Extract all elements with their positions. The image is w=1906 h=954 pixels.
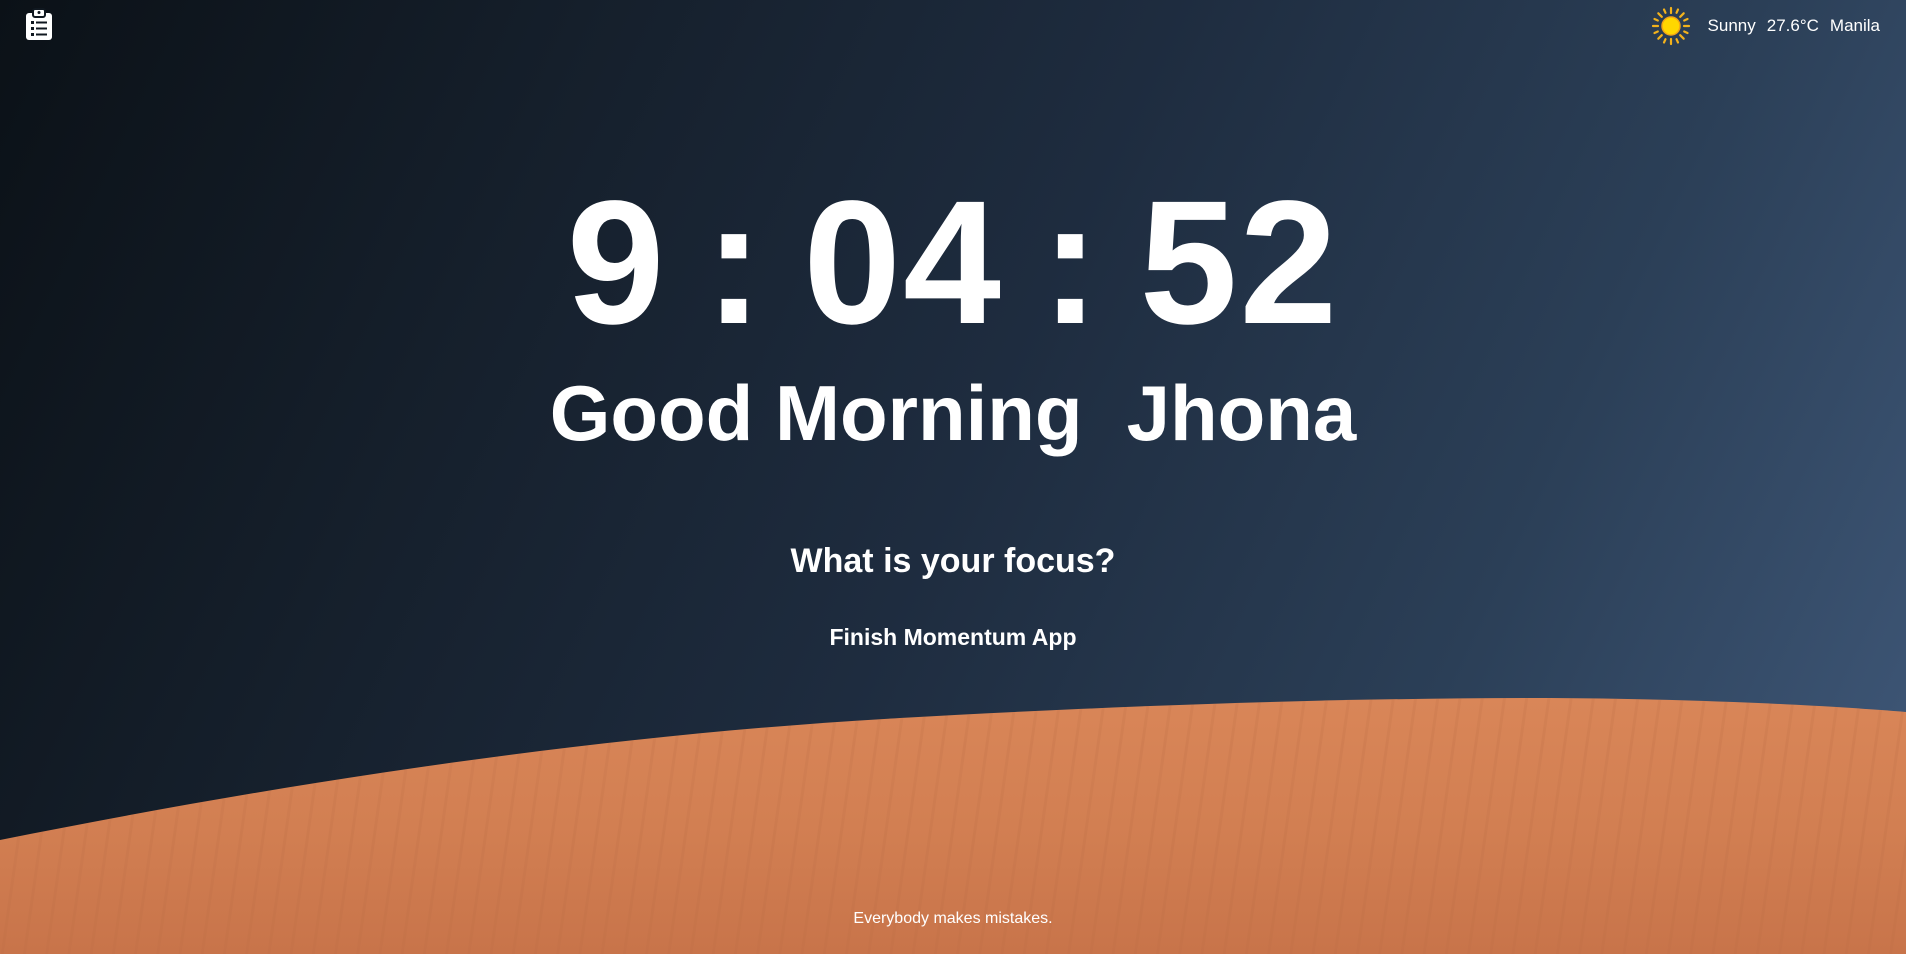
greeting: Good Morning Jhona [0,368,1906,458]
weather-temperature: 27.6°C [1766,16,1819,35]
clock-separator: : [1040,165,1102,361]
clock-seconds: 52 [1139,165,1340,361]
weather-location: Manila [1829,16,1880,35]
clipboard-list-icon[interactable] [25,8,53,40]
daily-quote: Everybody makes mistakes. [853,910,1053,927]
greeting-name: Jhona [1126,369,1357,457]
sun-icon [1651,6,1690,46]
greeting-salutation: Good Morning [549,369,1083,457]
desert-dune-background [0,698,1906,954]
clock: 9:04:52 [0,163,1906,363]
momentum-screen: Sunny 27.6°C Manila 9:04:52 Good Morning… [0,0,1906,954]
focus-task-text[interactable]: Finish Momentum App [829,624,1076,650]
weather-condition: Sunny [1707,16,1756,35]
clock-hours: 9 [566,165,667,361]
focus-question: What is your focus? [790,542,1116,580]
focus-task: Finish Momentum App [0,622,1906,652]
weather-widget: Sunny 27.6°C Manila [1651,6,1880,46]
clock-separator: : [704,165,766,361]
clock-minutes: 04 [803,165,1003,361]
